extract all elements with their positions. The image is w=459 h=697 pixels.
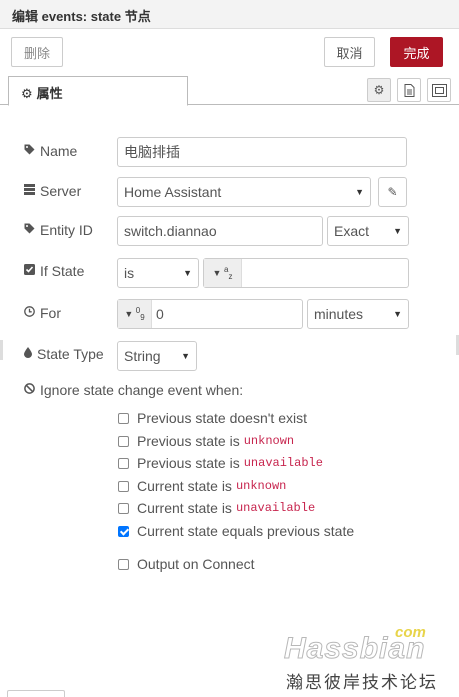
- checkbox-icon: [24, 264, 35, 278]
- layout-icon[interactable]: [427, 78, 451, 102]
- checkbox[interactable]: [118, 412, 129, 424]
- for-value[interactable]: 0: [152, 300, 164, 328]
- for-unit-value: minutes: [314, 306, 364, 322]
- ignore-curr-unavailable-option[interactable]: Current state is unavailable: [118, 500, 315, 516]
- clock-icon: [24, 306, 35, 320]
- tray-header: 编辑 events: state 节点: [0, 0, 459, 29]
- entity-id-label: Entity ID: [24, 222, 93, 238]
- checkbox[interactable]: [118, 435, 129, 447]
- watermark-subtitle: 瀚思彼岸技术论坛: [286, 673, 438, 693]
- server-label: Server: [24, 183, 81, 199]
- cancel-button[interactable]: 取消: [324, 37, 375, 67]
- if-state-operator-select[interactable]: is ▼: [117, 258, 199, 288]
- output-on-connect-option[interactable]: Output on Connect: [118, 556, 255, 572]
- if-state-label: If State: [24, 263, 84, 279]
- bottom-button-stub: [7, 690, 65, 697]
- ignore-curr-unknown-option[interactable]: Current state is unknown: [118, 478, 286, 494]
- chevron-down-icon: ▼: [181, 351, 190, 361]
- checkbox[interactable]: [118, 480, 129, 492]
- ignore-prev-not-exist-option[interactable]: Previous state doesn't exist: [118, 410, 307, 426]
- checkbox[interactable]: [118, 558, 129, 570]
- for-label: For: [24, 305, 61, 321]
- chevron-down-icon: ▼: [355, 187, 364, 197]
- if-state-value[interactable]: [242, 259, 246, 287]
- state-type-value: String: [124, 348, 161, 364]
- tag-icon: [24, 223, 35, 237]
- state-type-select[interactable]: String ▼: [117, 341, 197, 371]
- resize-handle-left[interactable]: [0, 340, 3, 360]
- chevron-down-icon: ▼: [393, 226, 402, 236]
- gear-icon[interactable]: ⚙: [367, 78, 391, 102]
- name-input[interactable]: 电脑排插: [117, 137, 407, 167]
- entity-id-match-select[interactable]: Exact ▼: [327, 216, 409, 246]
- done-button[interactable]: 完成: [390, 37, 443, 67]
- for-typed-input[interactable]: ▼ 09 0: [117, 299, 303, 329]
- if-state-typed-input[interactable]: ▼ az: [203, 258, 409, 288]
- tint-icon: [24, 347, 32, 361]
- tabs-row: ⚙ 属性 ⚙: [0, 75, 459, 106]
- ignore-prev-unavailable-option[interactable]: Previous state is unavailable: [118, 455, 323, 471]
- number-09-icon: 09: [135, 306, 145, 322]
- tray-title: 编辑 events: state 节点: [12, 9, 151, 24]
- ignore-curr-equals-prev-option[interactable]: Current state equals previous state: [118, 523, 354, 539]
- tab-properties[interactable]: ⚙ 属性: [8, 76, 188, 106]
- checkbox[interactable]: [118, 502, 129, 514]
- name-label: Name: [24, 143, 77, 159]
- ignore-prev-unknown-option[interactable]: Previous state is unknown: [118, 433, 294, 449]
- entity-id-match-value: Exact: [334, 223, 370, 239]
- gear-icon: ⚙: [21, 86, 33, 101]
- checkbox[interactable]: [118, 457, 129, 469]
- delete-button[interactable]: 删除: [11, 37, 63, 67]
- tray-toolbar: 删除 取消 完成: [0, 29, 459, 75]
- checkbox-checked[interactable]: [118, 525, 129, 537]
- chevron-down-icon: ▼: [183, 268, 192, 278]
- caret-down-icon: ▼: [124, 309, 134, 319]
- server-select[interactable]: Home Assistant ▼: [117, 177, 371, 207]
- tag-icon: [24, 144, 35, 158]
- server-select-value: Home Assistant: [124, 184, 222, 200]
- string-az-icon: az: [223, 265, 233, 281]
- edit-server-button[interactable]: ✎: [378, 177, 407, 207]
- document-icon[interactable]: [397, 78, 421, 102]
- caret-down-icon: ▼: [212, 268, 222, 278]
- if-state-operator-value: is: [124, 265, 135, 281]
- pencil-icon: ✎: [387, 185, 398, 199]
- watermark-logo: Hassbian: [283, 632, 426, 666]
- tab-properties-label: 属性: [36, 86, 63, 101]
- for-unit-select[interactable]: minutes ▼: [307, 299, 409, 329]
- chevron-down-icon: ▼: [393, 309, 402, 319]
- type-selector-button[interactable]: ▼ 09: [118, 300, 152, 328]
- server-icon: [24, 184, 35, 198]
- type-selector-button[interactable]: ▼ az: [204, 259, 242, 287]
- ban-icon: [24, 383, 35, 397]
- ignore-label: Ignore state change event when:: [24, 382, 243, 398]
- state-type-label: State Type: [24, 346, 104, 362]
- entity-id-input[interactable]: switch.diannao: [117, 216, 323, 246]
